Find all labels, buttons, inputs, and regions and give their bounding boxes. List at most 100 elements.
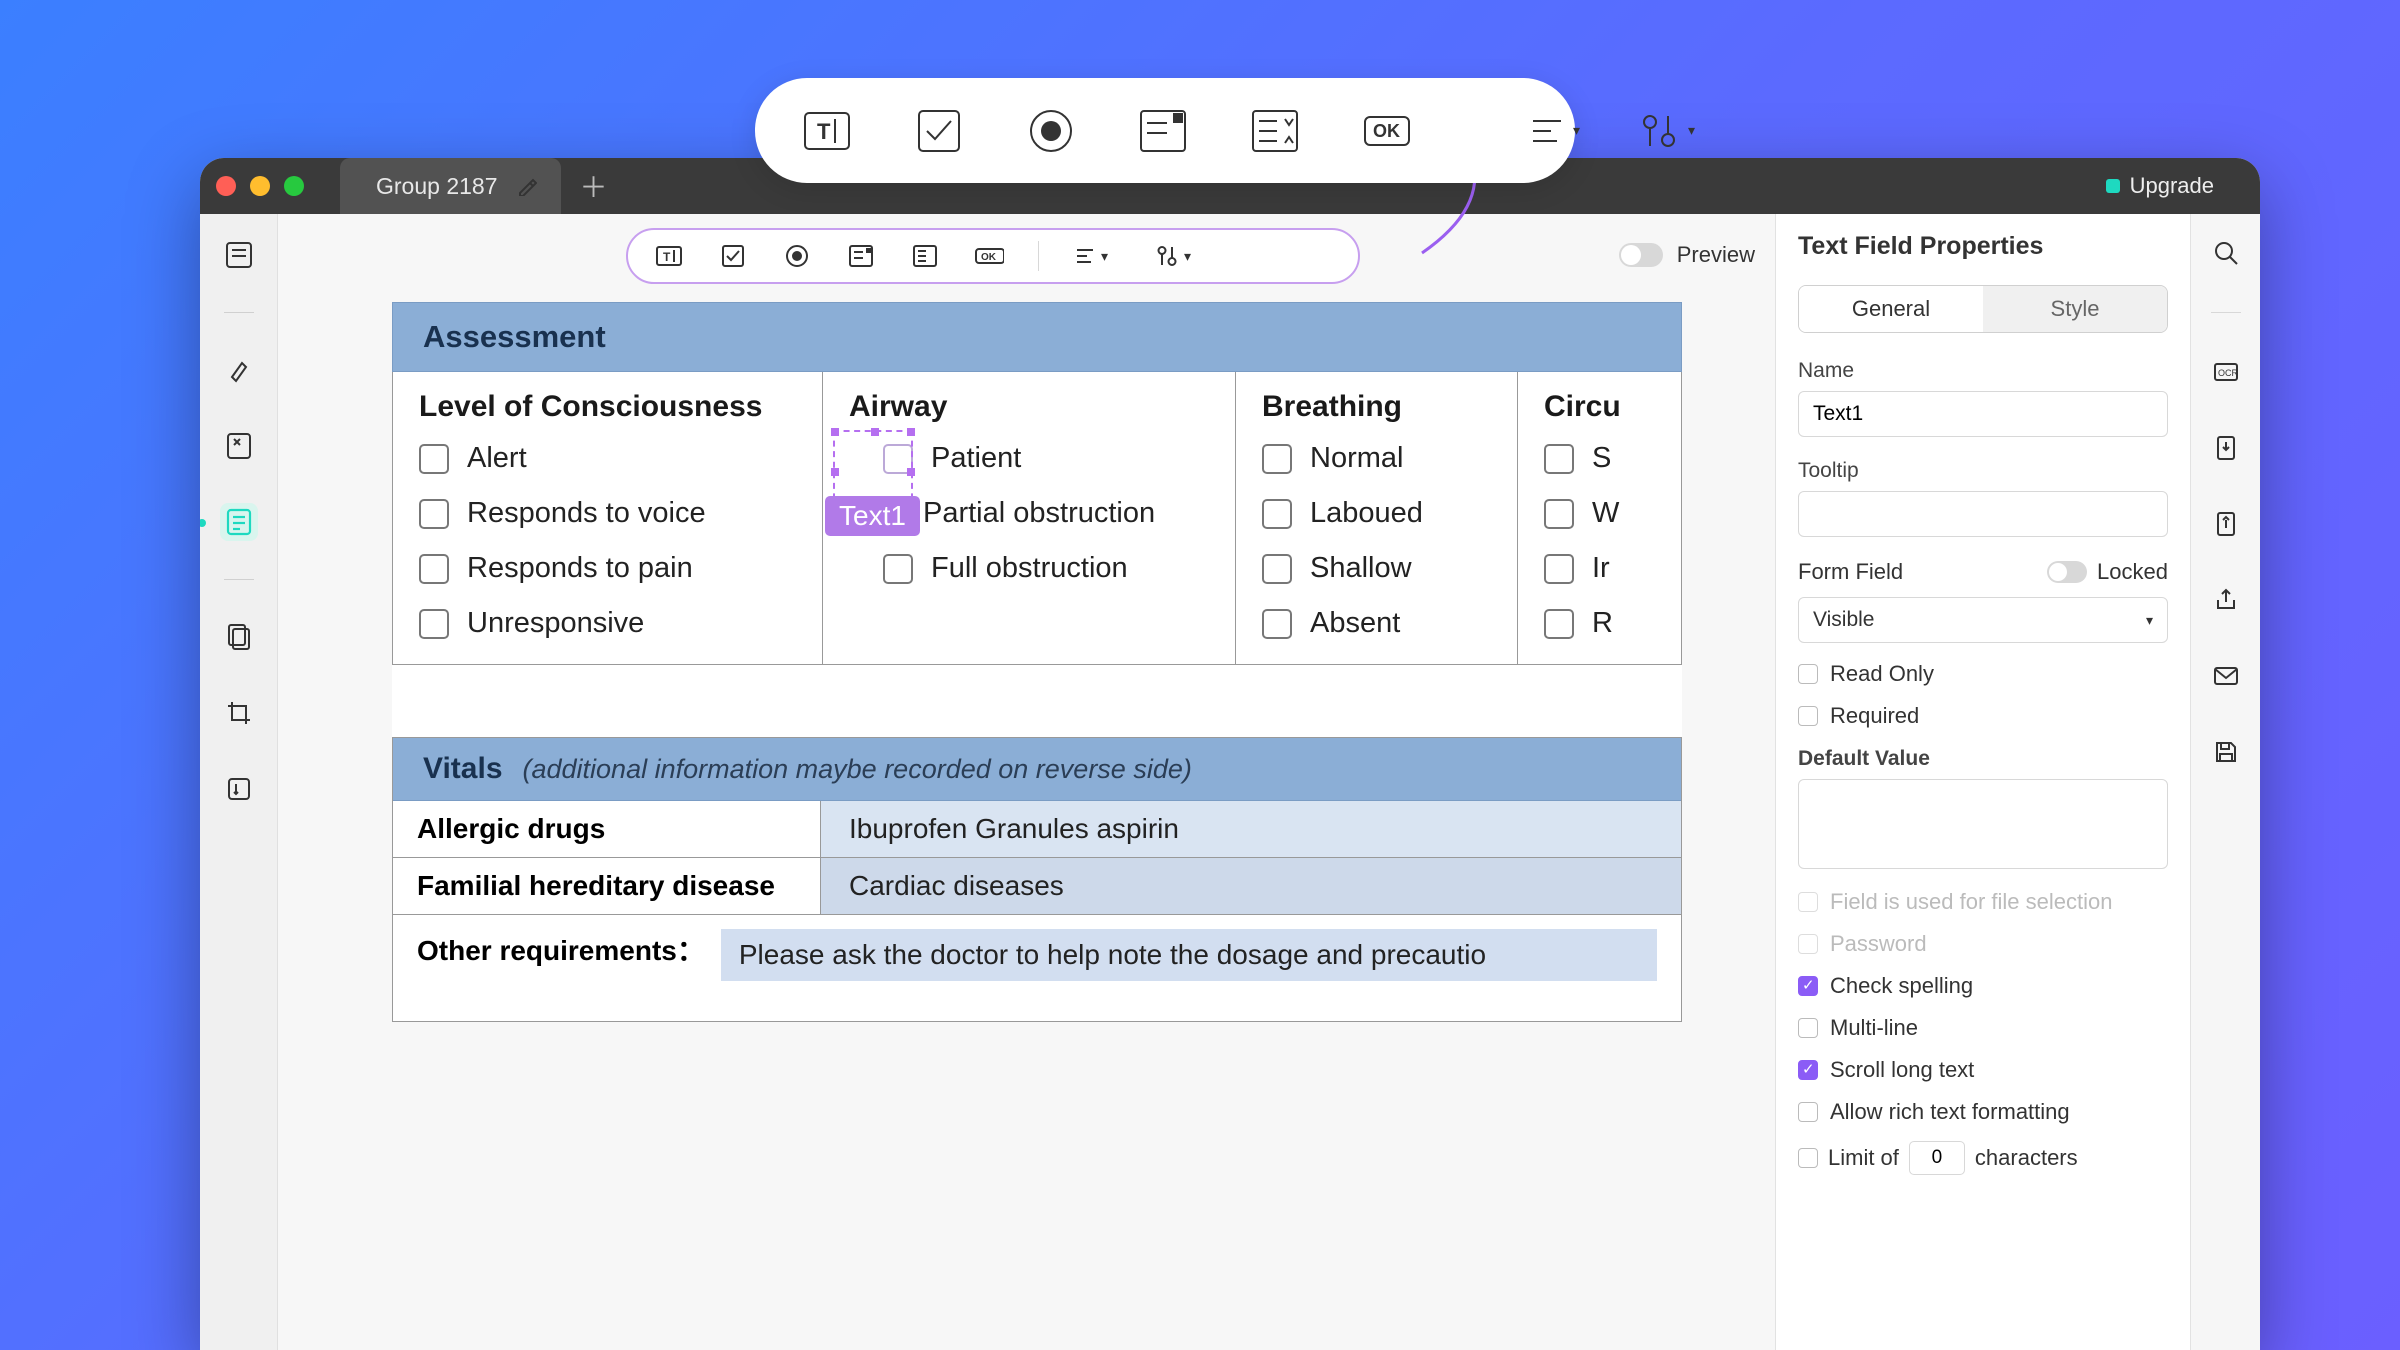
col-airway: Airway Text1 Patient Partial obstruction… — [823, 372, 1236, 664]
checkbox-icon[interactable] — [1544, 554, 1574, 584]
properties-tabs: General Style — [1798, 285, 2168, 333]
thumbnails-icon[interactable] — [220, 236, 258, 274]
tooltip-input[interactable] — [1798, 491, 2168, 537]
check-label: Ir — [1592, 552, 1610, 585]
assessment-table: Level of Consciousness Alert Responds to… — [392, 372, 1682, 665]
checkbox-icon[interactable] — [419, 444, 449, 474]
required-check[interactable]: Required — [1798, 703, 2168, 729]
upgrade-button[interactable]: Upgrade — [2106, 173, 2244, 199]
text-field-tool-icon[interactable]: T — [654, 241, 684, 271]
button-tool-icon[interactable]: OK — [974, 241, 1004, 271]
svg-text:T: T — [817, 119, 831, 144]
listbox-tool-icon[interactable] — [846, 241, 876, 271]
sidebar-separator — [224, 312, 254, 313]
annotate-icon[interactable] — [220, 427, 258, 465]
checkbox-row: Absent — [1262, 607, 1491, 640]
field-name-badge: Text1 — [825, 496, 920, 536]
extract-icon[interactable] — [220, 770, 258, 808]
checkbox-tool-icon[interactable] — [718, 241, 748, 271]
text-field-tool-icon[interactable]: T — [799, 103, 855, 159]
checkbox-icon[interactable] — [419, 499, 449, 529]
tools-dropdown[interactable]: ▾ — [1636, 108, 1695, 154]
checkbox-tool-icon[interactable] — [911, 103, 967, 159]
preview-toggle[interactable]: Preview — [1619, 242, 1755, 268]
tab-style[interactable]: Style — [1983, 286, 2167, 332]
locked-label: Locked — [2097, 559, 2168, 585]
close-window-icon[interactable] — [216, 176, 236, 196]
maximize-window-icon[interactable] — [284, 176, 304, 196]
name-input[interactable] — [1798, 391, 2168, 437]
checkbox-icon[interactable] — [1262, 554, 1292, 584]
checkbox-row: Ir — [1544, 552, 1655, 585]
crop-icon[interactable] — [220, 694, 258, 732]
readonly-check[interactable]: Read Only — [1798, 661, 2168, 687]
vitals-row-value[interactable]: Ibuprofen Granules aspirin — [821, 801, 1681, 857]
share-icon[interactable] — [2209, 583, 2243, 617]
tools-dropdown[interactable]: ▾ — [1154, 243, 1191, 269]
richtext-check[interactable]: Allow rich text formatting — [1798, 1099, 2168, 1125]
save-icon[interactable] — [2209, 735, 2243, 769]
align-dropdown[interactable]: ▾ — [1527, 111, 1580, 151]
file-download-icon[interactable] — [2209, 507, 2243, 541]
vitals-row-value[interactable]: Cardiac diseases — [821, 858, 1681, 914]
checkbox-row: S — [1544, 442, 1655, 475]
highlighter-icon[interactable] — [220, 351, 258, 389]
vitals-row-label: Allergic drugs — [393, 801, 821, 857]
minimize-window-icon[interactable] — [250, 176, 270, 196]
toggle-switch[interactable] — [1619, 243, 1663, 267]
locked-toggle[interactable] — [2047, 561, 2087, 583]
char-limit-input[interactable] — [1909, 1141, 1965, 1175]
tab-general[interactable]: General — [1799, 286, 1983, 332]
other-field[interactable]: Please ask the doctor to help note the d… — [721, 929, 1657, 981]
dropdown-tool-icon[interactable] — [1247, 103, 1303, 159]
pages-icon[interactable] — [220, 618, 258, 656]
checkbox-row: Alert — [419, 442, 796, 475]
ocr-icon[interactable]: OCR — [2209, 355, 2243, 389]
listbox-tool-icon[interactable] — [1135, 103, 1191, 159]
document-tab[interactable]: Group 2187 — [340, 158, 561, 214]
checkbox-icon[interactable] — [1544, 499, 1574, 529]
col-title: Circu — [1544, 390, 1655, 424]
chevron-down-icon: ▾ — [1573, 122, 1580, 139]
check-label: W — [1592, 497, 1619, 530]
form-editor-icon[interactable] — [220, 503, 258, 541]
multiline-check[interactable]: Multi-line — [1798, 1015, 2168, 1041]
checkbox-icon[interactable] — [1262, 609, 1292, 639]
chevron-down-icon: ▾ — [1184, 248, 1191, 265]
radio-tool-icon[interactable] — [1023, 103, 1079, 159]
mail-icon[interactable] — [2209, 659, 2243, 693]
visibility-select[interactable]: Visible ▾ — [1798, 597, 2168, 643]
default-value-input[interactable] — [1798, 779, 2168, 869]
align-dropdown[interactable]: ▾ — [1073, 244, 1108, 268]
check-label: Patient — [931, 442, 1021, 475]
checkbox-icon[interactable] — [1544, 609, 1574, 639]
right-sidebar: OCR — [2190, 214, 2260, 1350]
checkbox-icon[interactable] — [1544, 444, 1574, 474]
edit-tab-icon[interactable] — [517, 176, 537, 196]
col-circulation: Circu S W Ir R — [1518, 372, 1681, 664]
floating-form-toolbar: T OK ▾ ▾ — [755, 78, 1575, 183]
checkbox-icon[interactable] — [1262, 499, 1292, 529]
check-label: R — [1592, 607, 1613, 640]
export-page-icon[interactable] — [2209, 431, 2243, 465]
properties-panel: Text Field Properties General Style Name… — [1775, 214, 2190, 1350]
search-icon[interactable] — [2209, 236, 2243, 270]
button-tool-icon[interactable]: OK — [1359, 103, 1415, 159]
assessment-header: Assessment — [392, 302, 1682, 372]
checkbox-icon[interactable] — [1262, 444, 1292, 474]
checkbox-icon[interactable] — [883, 554, 913, 584]
checkbox-row: Unresponsive — [419, 607, 796, 640]
dropdown-tool-icon[interactable] — [910, 241, 940, 271]
checkbox-row: Patient — [883, 442, 1209, 475]
checkbox-icon[interactable] — [419, 609, 449, 639]
scroll-check[interactable]: Scroll long text — [1798, 1057, 2168, 1083]
radio-tool-icon[interactable] — [782, 241, 812, 271]
checkbox-row: Responds to pain — [419, 552, 796, 585]
vitals-section: Vitals (additional information maybe rec… — [392, 737, 1682, 1022]
svg-text:OK: OK — [1373, 121, 1400, 141]
checkbox-icon[interactable] — [419, 554, 449, 584]
preview-label: Preview — [1677, 242, 1755, 268]
spellcheck-check[interactable]: Check spelling — [1798, 973, 2168, 999]
new-tab-button[interactable]: ＋ — [579, 166, 607, 206]
char-limit-check[interactable]: Limit of characters — [1798, 1141, 2168, 1175]
